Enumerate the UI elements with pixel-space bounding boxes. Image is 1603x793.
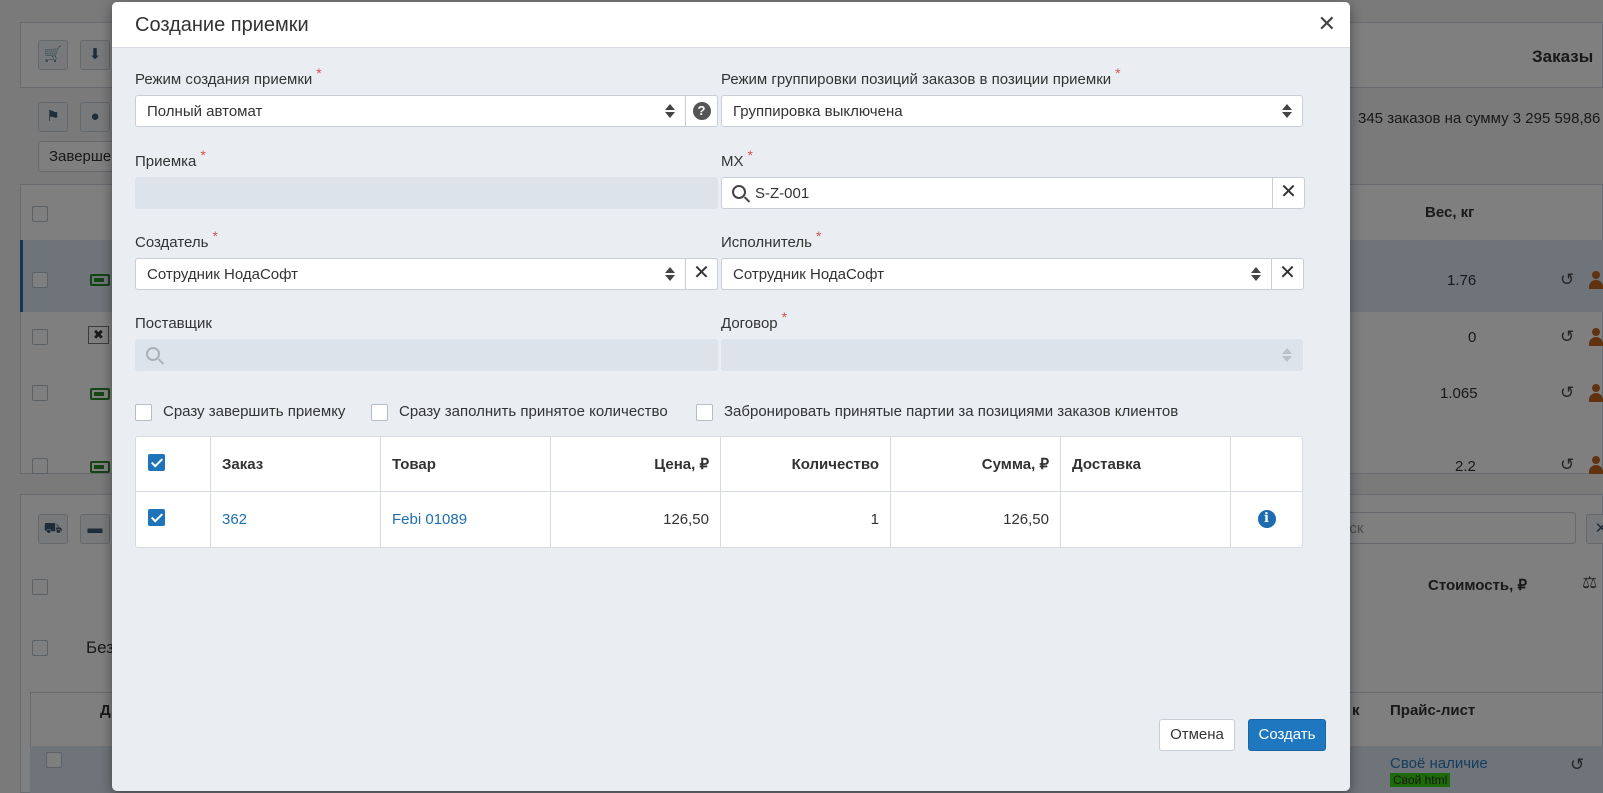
modal-title: Создание приемки	[135, 14, 309, 36]
create-button[interactable]: Создать	[1248, 719, 1326, 751]
header-sum[interactable]: Сумма, ₽	[891, 437, 1061, 492]
reception-input	[135, 177, 718, 209]
quantity-cell: 1	[721, 492, 891, 547]
positions-table: Заказ Товар Цена, ₽ Количество Сумма, ₽ …	[135, 436, 1303, 548]
close-icon: ✕	[1279, 262, 1296, 284]
contract-select	[721, 339, 1303, 371]
header-quantity[interactable]: Количество	[721, 437, 891, 492]
mode-label: Режим создания приемки *	[135, 65, 322, 88]
order-link[interactable]: 362	[222, 511, 247, 528]
executor-select[interactable]: Сотрудник НодаСофт	[721, 258, 1272, 290]
cancel-button[interactable]: Отмена	[1159, 719, 1235, 751]
select-arrows-icon	[1251, 267, 1261, 281]
mode-select[interactable]: Полный автомат	[135, 95, 686, 127]
select-arrows-icon	[665, 267, 675, 281]
executor-label: Исполнитель *	[721, 228, 822, 251]
select-all-checkbox[interactable]	[148, 454, 165, 471]
info-icon[interactable]: i	[1257, 510, 1276, 528]
reserve-batches-checkbox[interactable]	[696, 404, 713, 421]
row-checkbox-cell	[136, 492, 211, 547]
contract-label: Договор *	[721, 309, 788, 332]
fill-quantity-label[interactable]: Сразу заполнить принятое количество	[399, 403, 668, 420]
clear-location-button[interactable]: ✕	[1272, 177, 1305, 209]
creator-select[interactable]: Сотрудник НодаСофт	[135, 258, 686, 290]
close-icon: ✕	[693, 262, 710, 284]
help-button[interactable]: ?	[685, 95, 718, 127]
fill-quantity-checkbox[interactable]	[371, 404, 388, 421]
sum-cell: 126,50	[891, 492, 1061, 547]
modal-header: Создание приемки ✕	[112, 2, 1350, 48]
mode-value: Полный автомат	[147, 103, 263, 120]
clear-creator-button[interactable]: ✕	[685, 258, 718, 290]
header-checkbox-cell	[136, 437, 211, 492]
header-order[interactable]: Заказ	[211, 437, 381, 492]
delivery-cell	[1061, 492, 1231, 547]
creator-value: Сотрудник НодаСофт	[147, 266, 299, 283]
actions-cell: i	[1231, 492, 1302, 547]
table-row: 362 Febi 01089 126,50 1 126,50 i	[136, 492, 1302, 547]
price-cell: 126,50	[551, 492, 721, 547]
header-product[interactable]: Товар	[381, 437, 551, 492]
supplier-input	[135, 339, 718, 371]
product-link[interactable]: Febi 01089	[392, 511, 467, 528]
reception-label: Приемка *	[135, 147, 206, 170]
product-cell: Febi 01089	[381, 492, 551, 547]
select-arrows-icon	[665, 104, 675, 118]
grouping-select[interactable]: Группировка выключена	[721, 95, 1303, 127]
executor-value: Сотрудник НодаСофт	[733, 266, 885, 283]
header-delivery[interactable]: Доставка	[1061, 437, 1231, 492]
order-cell: 362	[211, 492, 381, 547]
location-value: S-Z-001	[755, 185, 810, 202]
create-reception-modal: Создание приемки ✕ Режим создания приемк…	[112, 2, 1350, 791]
header-price[interactable]: Цена, ₽	[551, 437, 721, 492]
grouping-value: Группировка выключена	[733, 103, 903, 120]
clear-executor-button[interactable]: ✕	[1271, 258, 1304, 290]
location-input[interactable]: S-Z-001	[721, 177, 1273, 209]
search-icon	[732, 185, 746, 199]
finish-immediately-checkbox[interactable]	[135, 404, 152, 421]
search-icon	[146, 347, 160, 361]
close-icon: ✕	[1280, 181, 1297, 203]
reserve-batches-label[interactable]: Забронировать принятые партии за позиция…	[724, 403, 1178, 420]
row-checkbox[interactable]	[148, 509, 165, 526]
header-actions	[1231, 437, 1302, 492]
finish-immediately-label[interactable]: Сразу завершить приемку	[163, 403, 345, 420]
grouping-label: Режим группировки позиций заказов в пози…	[721, 65, 1121, 88]
creator-label: Создатель *	[135, 228, 218, 251]
location-label: МХ *	[721, 147, 753, 170]
select-arrows-icon	[1282, 348, 1292, 362]
question-icon: ?	[692, 102, 711, 120]
close-icon[interactable]: ✕	[1318, 13, 1336, 35]
supplier-label: Поставщик	[135, 315, 212, 332]
table-header-row: Заказ Товар Цена, ₽ Количество Сумма, ₽ …	[136, 437, 1302, 492]
select-arrows-icon	[1282, 104, 1292, 118]
